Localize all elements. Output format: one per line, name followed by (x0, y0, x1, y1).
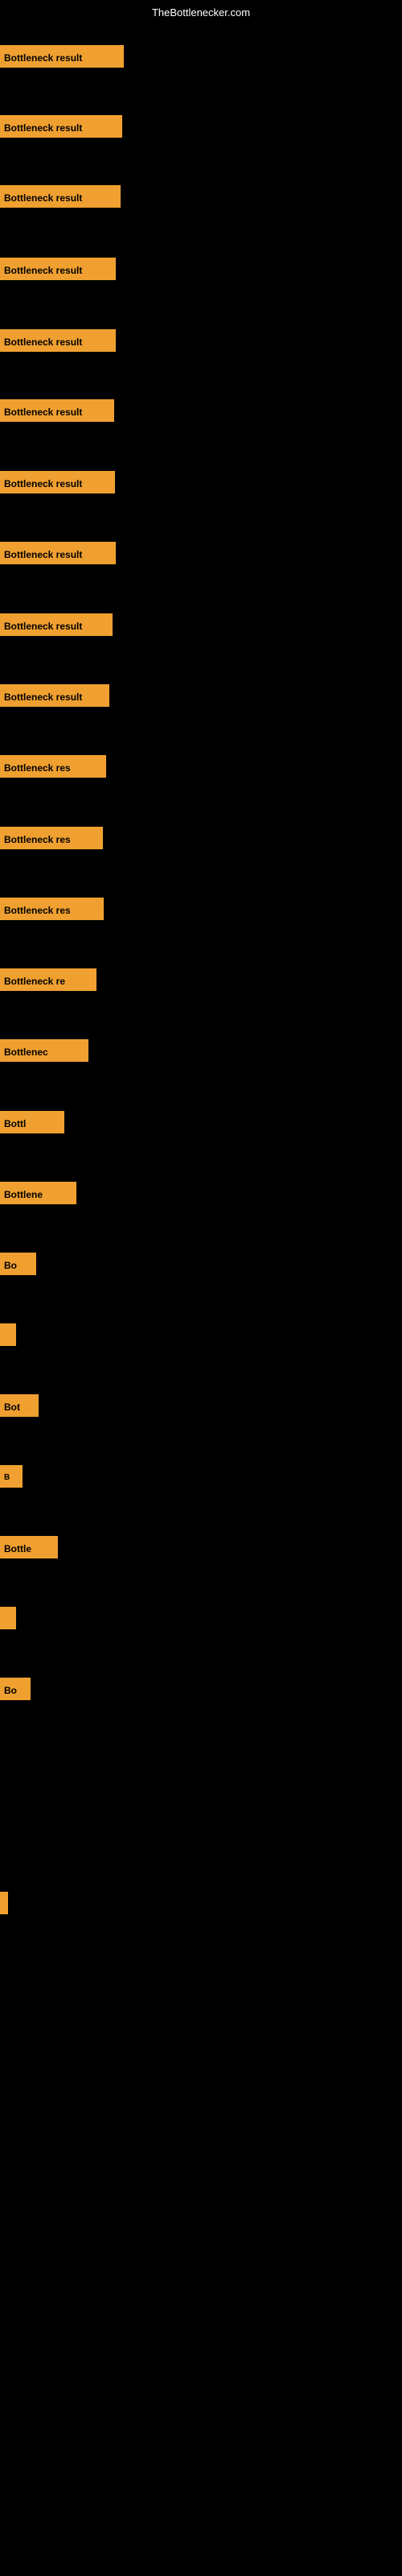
bottleneck-result-badge: Bottlene (0, 1182, 76, 1204)
bottleneck-result-badge: Bottleneck result (0, 45, 124, 68)
bottleneck-result-badge (0, 1323, 16, 1346)
bottleneck-result-badge: Bottleneck result (0, 684, 109, 707)
site-title: TheBottlenecker.com (0, 6, 402, 19)
bottleneck-result-badge (0, 1607, 16, 1629)
bottleneck-result-badge: Bottleneck re (0, 968, 96, 991)
bottleneck-result-badge: Bottlenec (0, 1039, 88, 1062)
bottleneck-result-badge: Bottleneck res (0, 755, 106, 778)
bottleneck-result-badge: Bottleneck res (0, 827, 103, 849)
bottleneck-result-badge: Bottleneck result (0, 185, 121, 208)
bottleneck-result-badge: Bottl (0, 1111, 64, 1133)
bottleneck-result-badge (0, 1892, 8, 1914)
bottleneck-result-badge: B (0, 1465, 23, 1488)
bottleneck-result-badge: Bottleneck result (0, 115, 122, 138)
bottleneck-result-badge: Bot (0, 1394, 39, 1417)
bottleneck-result-badge: Bottle (0, 1536, 58, 1558)
bottleneck-result-badge: Bottleneck result (0, 258, 116, 280)
bottleneck-result-badge: Bottleneck result (0, 329, 116, 352)
bottleneck-result-badge: Bottleneck result (0, 471, 115, 493)
bottleneck-result-badge: Bo (0, 1253, 36, 1275)
bottleneck-result-badge: Bo (0, 1678, 31, 1700)
bottleneck-result-badge: Bottleneck result (0, 613, 113, 636)
bottleneck-result-badge: Bottleneck result (0, 399, 114, 422)
bottleneck-result-badge: Bottleneck res (0, 898, 104, 920)
bottleneck-result-badge: Bottleneck result (0, 542, 116, 564)
